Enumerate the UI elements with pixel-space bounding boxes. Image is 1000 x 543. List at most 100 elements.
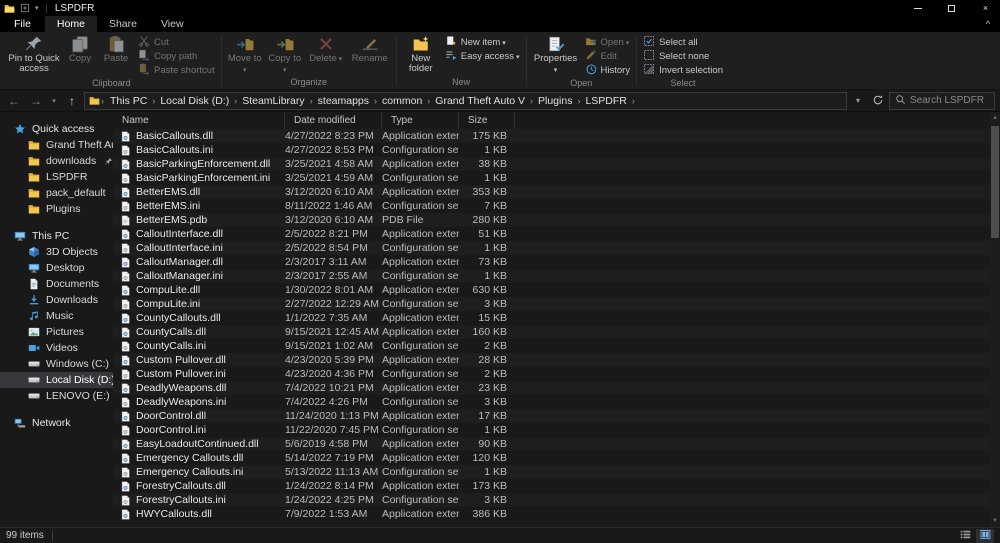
file-row[interactable]: Custom Pullover.dll4/23/2020 5:39 PMAppl… [113,353,990,367]
file-row[interactable]: DoorControl.dll11/24/2020 1:13 PMApplica… [113,409,990,423]
easy-access-button[interactable]: Easy access [442,50,523,63]
breadcrumb-segment-grand-theft-auto-v[interactable]: Grand Theft Auto V [430,95,530,107]
file-row[interactable]: BasicParkingEnforcement.dll3/25/2021 4:5… [113,157,990,171]
tab-home[interactable]: Home [45,16,97,32]
file-row[interactable]: BetterEMS.pdb3/12/2020 6:10 AMPDB File28… [113,213,990,227]
file-row[interactable]: Emergency Callouts.dll5/14/2022 7:19 PMA… [113,451,990,465]
file-row[interactable]: ForestryCallouts.ini1/24/2022 4:25 PMCon… [113,493,990,507]
breadcrumb-segment-steamlibrary[interactable]: SteamLibrary [237,95,309,107]
tab-file[interactable]: File [0,16,45,32]
tab-share[interactable]: Share [97,16,149,32]
sidebar-item-lspdfr[interactable]: LSPDFR [0,169,113,185]
file-row[interactable]: BasicParkingEnforcement.ini3/25/2021 4:5… [113,171,990,185]
file-row[interactable]: CountyCalls.dll9/15/2021 12:45 AMApplica… [113,325,990,339]
file-row[interactable]: BasicCallouts.ini4/27/2022 8:53 PMConfig… [113,143,990,157]
up-button[interactable]: ↑ [62,91,82,111]
sidebar-section-header-quick-access[interactable]: Quick access [0,120,113,137]
scroll-up-icon[interactable]: ▲ [990,112,1000,124]
open-button[interactable]: Open [582,36,634,49]
sidebar-item-pictures[interactable]: Pictures [0,324,113,340]
close-button[interactable]: × [971,0,1000,16]
scrollbar-thumb[interactable] [991,126,999,238]
scrollbar-track[interactable] [990,124,1000,515]
sidebar-item-plugins[interactable]: Plugins [0,201,113,217]
invert-selection-button[interactable]: Invert selection [640,64,726,77]
sidebar-section-header-network[interactable]: Network [0,414,113,431]
address-box[interactable]: › This PC›Local Disk (D:)›SteamLibrary›s… [84,92,847,110]
sidebar-item-documents[interactable]: Documents [0,276,113,292]
rename-button[interactable]: Rename [347,33,393,64]
file-row[interactable]: DeadlyWeapons.dll7/4/2022 10:21 PMApplic… [113,381,990,395]
recent-locations-caret-icon[interactable]: ▾ [48,91,60,111]
move-to-button[interactable]: Move to [225,33,265,76]
file-row[interactable]: CalloutInterface.dll2/5/2022 8:21 PMAppl… [113,227,990,241]
thumbnail-view-button[interactable] [976,529,994,543]
file-row[interactable]: Custom Pullover.ini4/23/2020 4:36 PMConf… [113,367,990,381]
details-view-button[interactable] [956,529,974,543]
new-folder-button[interactable]: New folder [400,33,442,74]
sidebar-item-windows-c[interactable]: Windows (C:) [0,356,113,372]
breadcrumb-segment-lspdfr[interactable]: LSPDFR [580,95,631,107]
sidebar-item-music[interactable]: Music [0,308,113,324]
history-button[interactable]: History [582,64,634,77]
quick-access-toolbar-icon[interactable] [20,3,30,13]
tab-view[interactable]: View [149,16,196,32]
sidebar-section-header-this-pc[interactable]: This PC [0,227,113,244]
paste-shortcut-button[interactable]: Paste shortcut [135,64,218,77]
vertical-scrollbar[interactable]: ▲ ▼ [990,112,1000,527]
column-header-name[interactable]: Name [113,112,285,129]
breadcrumb-segment-this-pc[interactable]: This PC [105,95,152,107]
file-row[interactable]: HWYCallouts.dll7/9/2022 1:53 AMApplicati… [113,507,990,521]
file-row[interactable]: CountyCalls.ini9/15/2021 1:02 AMConfigur… [113,339,990,353]
collapse-ribbon-icon[interactable]: ^ [976,16,1000,32]
new-item-button[interactable]: New item [442,36,523,49]
select-all-button[interactable]: Select all [640,36,726,49]
file-row[interactable]: DeadlyWeapons.ini7/4/2022 4:26 PMConfigu… [113,395,990,409]
copy-path-button[interactable]: Copy path [135,50,218,63]
sidebar-item-3d-objects[interactable]: 3D Objects [0,244,113,260]
sidebar-item-grand-theft-auto-v[interactable]: Grand Theft Auto V [0,137,113,153]
address-dropdown-caret-icon[interactable]: ▾ [849,91,867,111]
breadcrumb-segment-plugins[interactable]: Plugins [533,95,577,107]
breadcrumb-segment-common[interactable]: common [377,95,427,107]
back-button[interactable]: ← [4,91,24,111]
search-input[interactable]: Search LSPDFR [889,92,995,110]
paste-button[interactable]: Paste [97,33,135,64]
pin-to-quick-access-button[interactable]: Pin to Quick access [5,33,63,74]
file-row[interactable]: BetterEMS.dll3/12/2020 6:10 AMApplicatio… [113,185,990,199]
file-row[interactable]: CalloutManager.dll2/3/2017 3:11 AMApplic… [113,255,990,269]
column-header-size[interactable]: Size [459,112,515,129]
file-row[interactable]: ForestryCallouts.dll1/24/2022 8:14 PMApp… [113,479,990,493]
sidebar-item-pack-default[interactable]: pack_default [0,185,113,201]
file-row[interactable]: EasyLoadoutContinued.dll5/6/2019 4:58 PM… [113,437,990,451]
refresh-button[interactable] [869,91,887,111]
sidebar-item-desktop[interactable]: Desktop [0,260,113,276]
file-row[interactable]: CalloutManager.ini2/3/2017 2:55 AMConfig… [113,269,990,283]
breadcrumb-segment-steamapps[interactable]: steamapps [313,95,374,107]
sidebar-item-local-disk-d[interactable]: Local Disk (D:) [0,372,113,388]
sidebar-item-downloads[interactable]: Downloads [0,292,113,308]
edit-button[interactable]: Edit [582,50,634,63]
copy-button[interactable]: Copy [63,33,97,64]
properties-button[interactable]: Properties [530,33,582,76]
scroll-down-icon[interactable]: ▼ [990,515,1000,527]
breadcrumb-segment-local-disk-d[interactable]: Local Disk (D:) [155,95,234,107]
forward-button[interactable]: → [26,91,46,111]
column-header-date-modified[interactable]: Date modified [285,112,382,129]
sidebar-item-downloads[interactable]: downloads [0,153,113,169]
delete-button[interactable]: Delete [305,33,347,65]
select-none-button[interactable]: Select none [640,50,726,63]
qat-customize-caret-icon[interactable]: ▾ [35,5,39,12]
file-row[interactable]: CountyCallouts.dll1/1/2022 7:35 AMApplic… [113,311,990,325]
file-row[interactable]: CompuLite.ini2/27/2022 12:29 AMConfigura… [113,297,990,311]
maximize-button[interactable] [937,0,966,16]
file-row[interactable]: BasicCallouts.dll4/27/2022 8:23 PMApplic… [113,129,990,143]
file-row[interactable]: CalloutInterface.ini2/5/2022 8:54 PMConf… [113,241,990,255]
cut-button[interactable]: Cut [135,36,218,49]
column-header-type[interactable]: Type [382,112,459,129]
copy-to-button[interactable]: Copy to [265,33,305,76]
file-row[interactable]: DoorControl.ini11/22/2020 7:45 PMConfigu… [113,423,990,437]
file-row[interactable]: BetterEMS.ini8/11/2022 1:46 AMConfigurat… [113,199,990,213]
sidebar-item-lenovo-e[interactable]: LENOVO (E:) [0,388,113,404]
file-row[interactable]: CompuLite.dll1/30/2022 8:01 AMApplicatio… [113,283,990,297]
